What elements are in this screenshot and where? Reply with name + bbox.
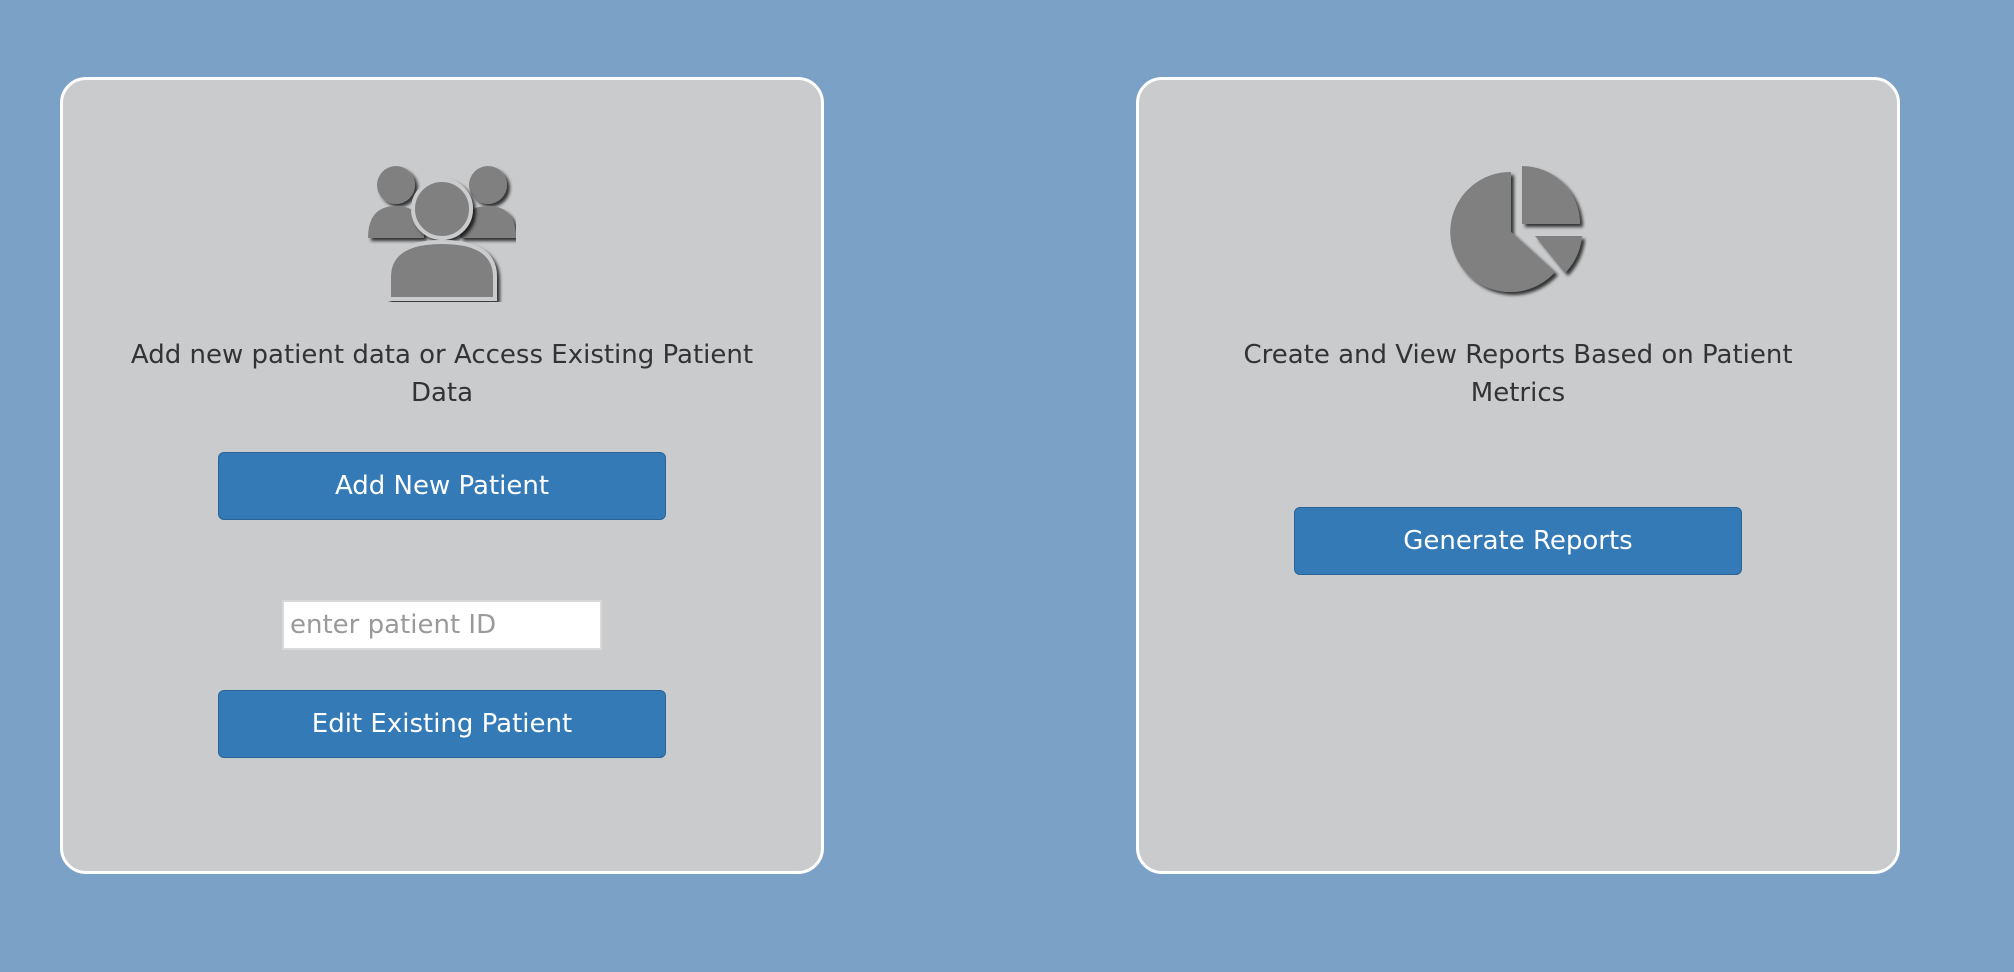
patients-description: Add new patient data or Access Existing … xyxy=(130,340,754,408)
users-icon xyxy=(368,166,516,301)
generate-reports-button[interactable]: Generate Reports xyxy=(1294,507,1742,575)
patients-panel: Add new patient data or Access Existing … xyxy=(60,77,824,874)
pie-chart-icon xyxy=(1450,166,1582,292)
patient-id-input[interactable] xyxy=(282,600,602,650)
reports-panel: Create and View Reports Based on Patient… xyxy=(1136,77,1900,874)
add-new-patient-button[interactable]: Add New Patient xyxy=(218,452,666,520)
reports-description: Create and View Reports Based on Patient… xyxy=(1243,340,1793,408)
edit-existing-patient-button[interactable]: Edit Existing Patient xyxy=(218,690,666,758)
